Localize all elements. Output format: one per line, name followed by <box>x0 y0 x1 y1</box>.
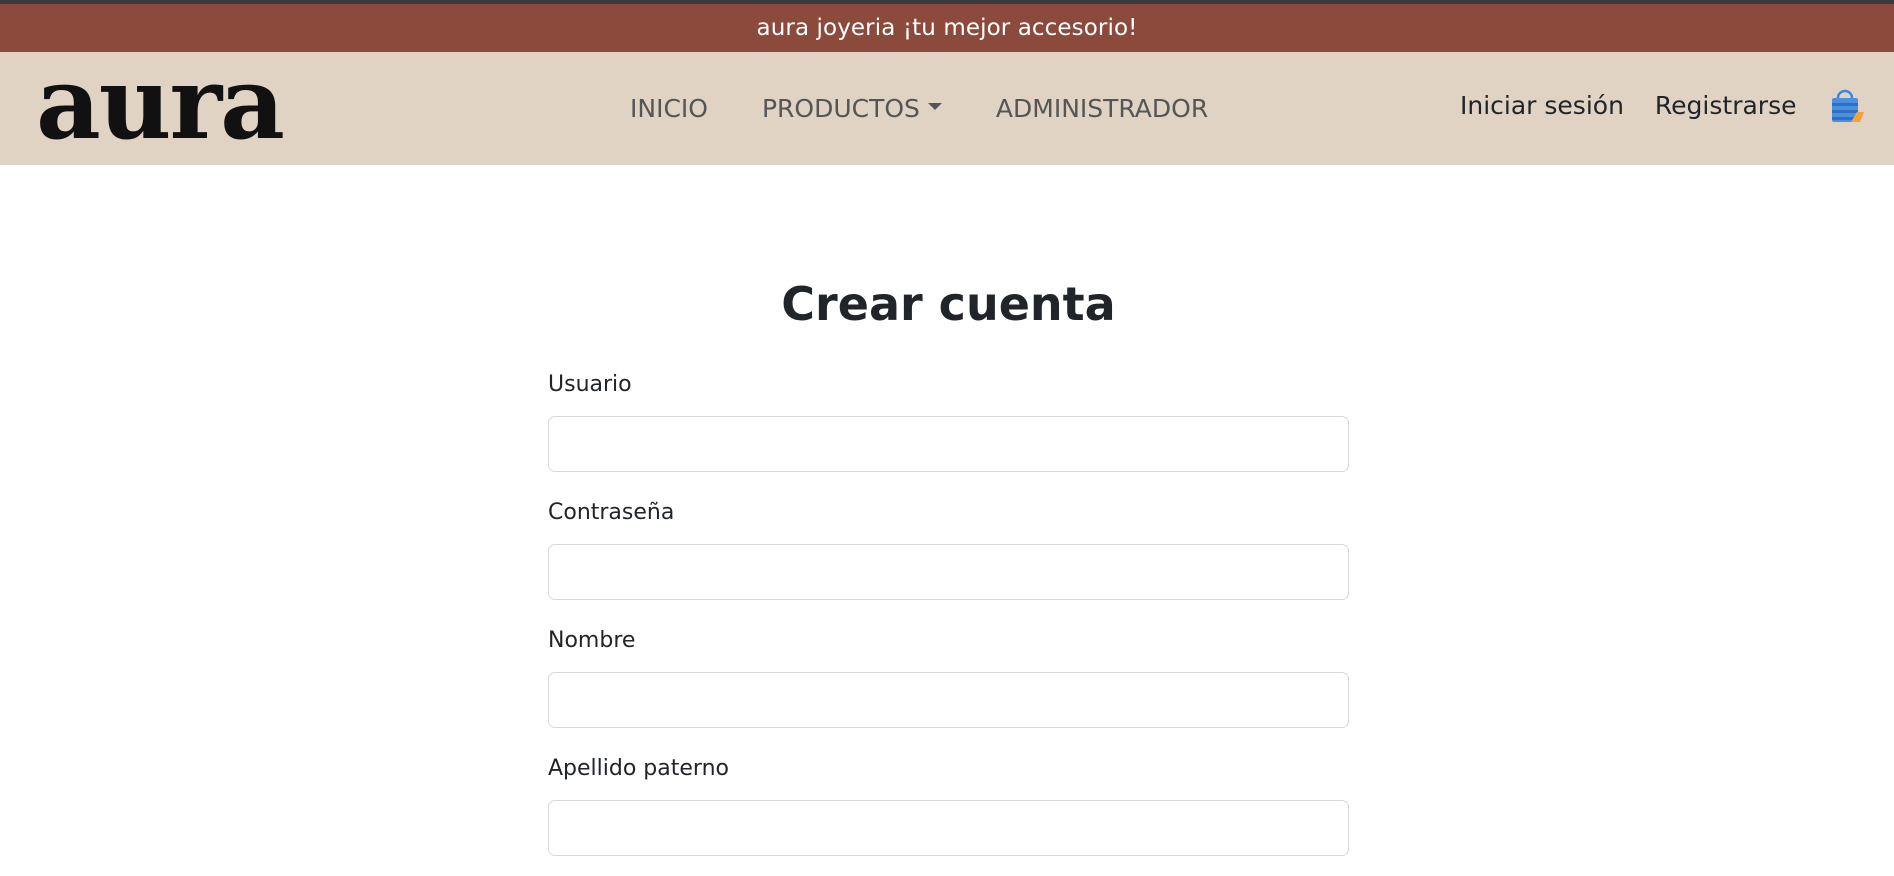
promo-banner: aura joyeria ¡tu mejor accesorio! <box>0 4 1894 52</box>
caret-down-icon <box>927 103 942 110</box>
register-link[interactable]: Registrarse <box>1655 91 1797 120</box>
login-label: Iniciar sesión <box>1460 90 1624 120</box>
nav-productos-label: PRODUCTOS <box>761 94 920 123</box>
contrasena-label: Contraseña <box>548 500 675 525</box>
apellido-paterno-label: Apellido paterno <box>548 756 729 781</box>
navbar: aura INICIO PRODUCTOS ADMINISTRADOR Inic… <box>0 52 1894 165</box>
contrasena-input[interactable] <box>548 544 1349 600</box>
promo-text: aura joyeria ¡tu mejor accesorio! <box>756 15 1138 41</box>
nav-administrador-label: ADMINISTRADOR <box>995 94 1209 123</box>
main-nav: INICIO PRODUCTOS ADMINISTRADOR <box>630 52 1208 165</box>
apellido-paterno-input[interactable] <box>548 800 1349 856</box>
usuario-label: Usuario <box>548 372 632 397</box>
register-label: Registrarse <box>1654 90 1797 120</box>
shopping-bag-icon[interactable] <box>1829 89 1865 123</box>
nav-inicio[interactable]: INICIO <box>630 94 708 123</box>
nav-productos-dropdown[interactable]: PRODUCTOS <box>762 94 942 123</box>
nombre-label: Nombre <box>548 628 636 653</box>
usuario-input[interactable] <box>548 416 1349 472</box>
brand-logo[interactable]: aura <box>36 53 285 153</box>
account-nav: Iniciar sesión Registrarse <box>1460 52 1796 158</box>
page-title: Crear cuenta <box>781 277 1116 331</box>
nav-administrador[interactable]: ADMINISTRADOR <box>996 94 1208 123</box>
login-link[interactable]: Iniciar sesión <box>1460 91 1624 120</box>
nav-inicio-label: INICIO <box>630 94 708 123</box>
nombre-input[interactable] <box>548 672 1349 728</box>
